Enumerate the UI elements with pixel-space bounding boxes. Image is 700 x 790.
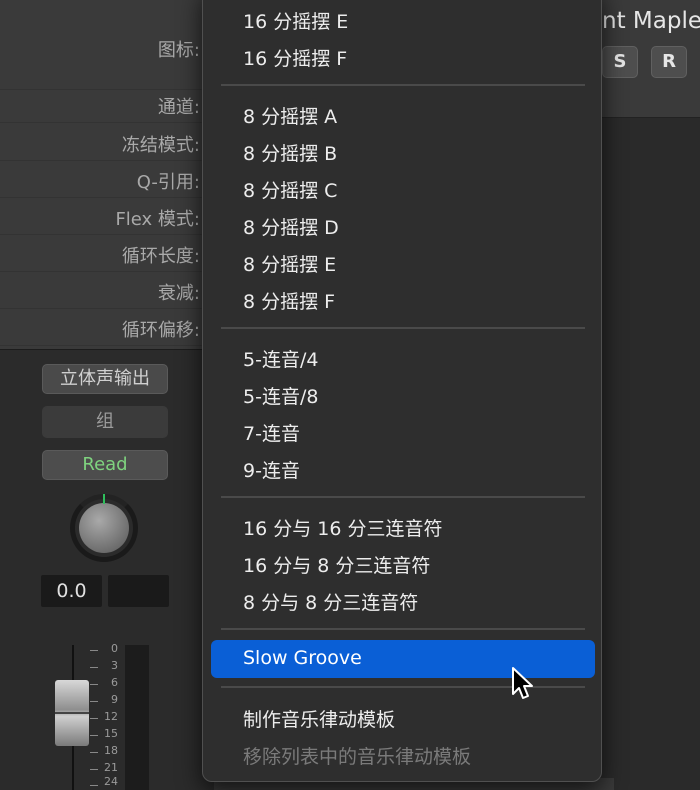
mouse-pointer-icon — [512, 667, 533, 699]
scale-label: 12 — [104, 710, 118, 723]
scale-label: 6 — [111, 676, 118, 689]
group-slot[interactable]: 组 — [42, 406, 168, 438]
scale-label: 3 — [111, 659, 118, 672]
scale-label: 18 — [104, 744, 118, 757]
automation-mode-button[interactable]: Read — [42, 450, 168, 480]
fader-handle-line — [55, 712, 89, 714]
track-area — [600, 118, 700, 790]
output-button[interactable]: 立体声输出 — [42, 364, 168, 394]
inspector-row-loop-offset[interactable]: 循环偏移: — [0, 309, 214, 346]
inspector-label: Flex 模式: — [115, 209, 200, 230]
pan-value-field[interactable]: 0.0 — [41, 575, 102, 607]
inspector-row-freeze-mode[interactable]: 冻结模式: — [0, 124, 214, 161]
peak-value-field[interactable] — [108, 575, 169, 607]
menu-item[interactable]: 8 分摇摆 A — [243, 102, 337, 129]
scale-label: 9 — [111, 693, 118, 706]
menu-item[interactable]: 7-连音 — [243, 419, 300, 446]
inspector-row-loop-length[interactable]: 循环长度: — [0, 235, 214, 272]
inspector-row-q-reference[interactable]: Q-引用: — [0, 161, 214, 198]
menu-item[interactable]: 16 分与 16 分三连音符 — [243, 514, 442, 541]
menu-item[interactable]: 16 分摇摆 E — [243, 7, 348, 34]
menu-item[interactable]: 8 分与 8 分三连音符 — [243, 588, 418, 615]
menu-item[interactable]: 8 分摇摆 E — [243, 250, 336, 277]
menu-item[interactable]: 9-连音 — [243, 456, 300, 483]
scale-label: 21 — [104, 761, 118, 774]
scale-label: 0 — [111, 642, 118, 655]
volume-fader-handle[interactable] — [55, 680, 89, 746]
pan-knob[interactable] — [70, 494, 138, 562]
inspector-label: Q-引用: — [136, 172, 200, 193]
menu-separator — [221, 628, 585, 630]
solo-button[interactable]: S — [602, 46, 638, 78]
inspector-label: 冻结模式: — [121, 135, 200, 156]
menu-item[interactable]: 5-连音/8 — [243, 382, 318, 409]
menu-item[interactable]: 5-连音/4 — [243, 345, 318, 372]
inspector-label: 循环偏移: — [121, 320, 200, 341]
record-button[interactable]: R — [651, 46, 687, 78]
pan-knob-cap — [79, 503, 129, 553]
menu-item[interactable]: 8 分摇摆 D — [243, 213, 339, 240]
inspector-label: 图标: — [157, 40, 200, 61]
level-meter — [125, 645, 149, 790]
menu-item[interactable]: 16 分摇摆 F — [243, 44, 347, 71]
inspector-row-channel[interactable]: 通道: — [0, 86, 214, 123]
scale-label: 24 — [104, 775, 118, 788]
menu-item-selected[interactable]: Slow Groove — [211, 640, 595, 678]
scale-label: 15 — [104, 727, 118, 740]
inspector-row-icon[interactable]: 图标: — [0, 0, 214, 90]
inspector-label: 通道: — [157, 97, 200, 118]
groove-template-menu: 16 分摇摆 E 16 分摇摆 F 8 分摇摆 A 8 分摇摆 B 8 分摇摆 … — [202, 0, 602, 782]
pan-knob-indicator — [103, 494, 105, 504]
menu-separator — [221, 327, 585, 329]
inspector-row-flex-mode[interactable]: Flex 模式: — [0, 198, 214, 235]
remove-groove-template-item: 移除列表中的音乐律动模板 — [243, 746, 472, 768]
make-groove-template-item[interactable]: 制作音乐律动模板 — [243, 705, 395, 732]
menu-item[interactable]: 8 分摇摆 B — [243, 139, 337, 166]
inspector-label: 衰减: — [157, 283, 200, 304]
region-inspector: 图标: 通道: 冻结模式: Q-引用: Flex 模式: 循环长度: 衰减: 循… — [0, 0, 214, 350]
inspector-label: 循环长度: — [121, 246, 200, 267]
inspector-row-fade[interactable]: 衰减: — [0, 272, 214, 309]
track-name[interactable]: nt Maple — [602, 8, 700, 34]
menu-item[interactable]: 16 分与 8 分三连音符 — [243, 551, 430, 578]
menu-separator — [221, 496, 585, 498]
menu-separator — [221, 84, 585, 86]
selected-item-label: Slow Groove — [243, 647, 362, 669]
menu-item[interactable]: 8 分摇摆 F — [243, 287, 335, 314]
menu-item[interactable]: 8 分摇摆 C — [243, 176, 337, 203]
